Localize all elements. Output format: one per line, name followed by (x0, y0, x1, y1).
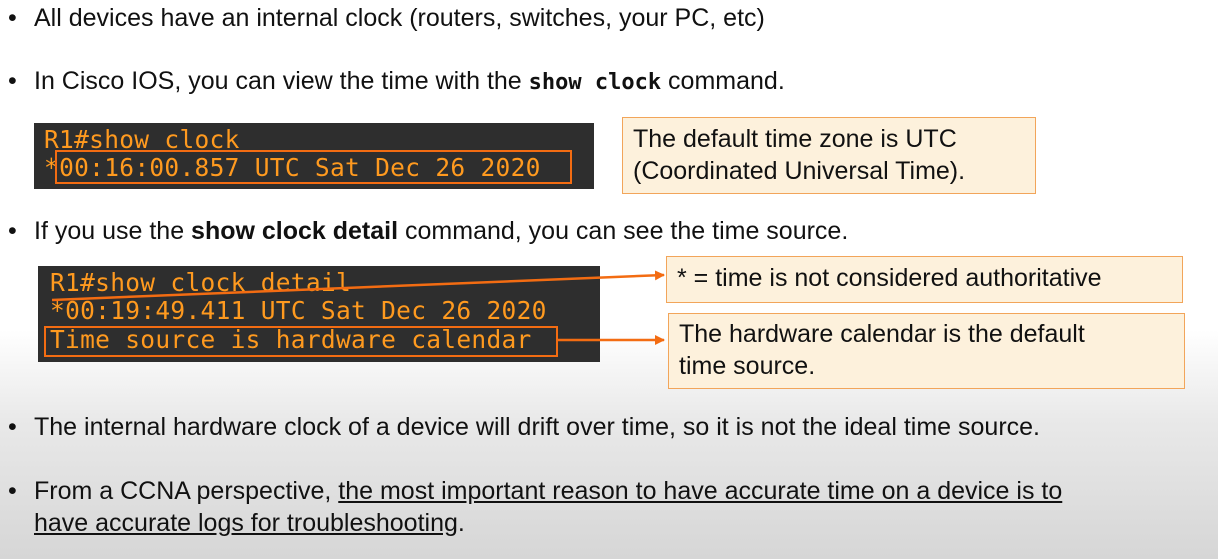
bullet-text-post: . (457, 509, 465, 537)
note-line: * = time is not considered authoritative (677, 264, 1102, 292)
bullet-ccna-perspective-continued: have accurate logs for troubleshooting. (34, 508, 465, 539)
arrow-to-star-note (51, 270, 665, 302)
underlined-text-1: the most important reason to have accura… (338, 477, 1063, 505)
note-not-authoritative: * = time is not considered authoritative (666, 256, 1183, 303)
note-line-2: time source. (679, 352, 816, 380)
bullet-ccna-perspective: • From a CCNA perspective, the most impor… (8, 476, 1062, 507)
bullet-text-pre: From a CCNA perspective, (34, 477, 339, 505)
bullet-dot: • (8, 413, 17, 441)
note-line-1: The hardware calendar is the default (679, 320, 1085, 348)
bullet-clock-drift: • The internal hardware clock of a device… (8, 412, 1040, 443)
note-hardware-calendar: The hardware calendar is the default tim… (668, 313, 1185, 389)
bullet-text: The internal hardware clock of a device … (34, 413, 1040, 441)
underlined-text-2: have accurate logs for troubleshooting (34, 509, 458, 537)
bullet-dot: • (8, 477, 17, 505)
